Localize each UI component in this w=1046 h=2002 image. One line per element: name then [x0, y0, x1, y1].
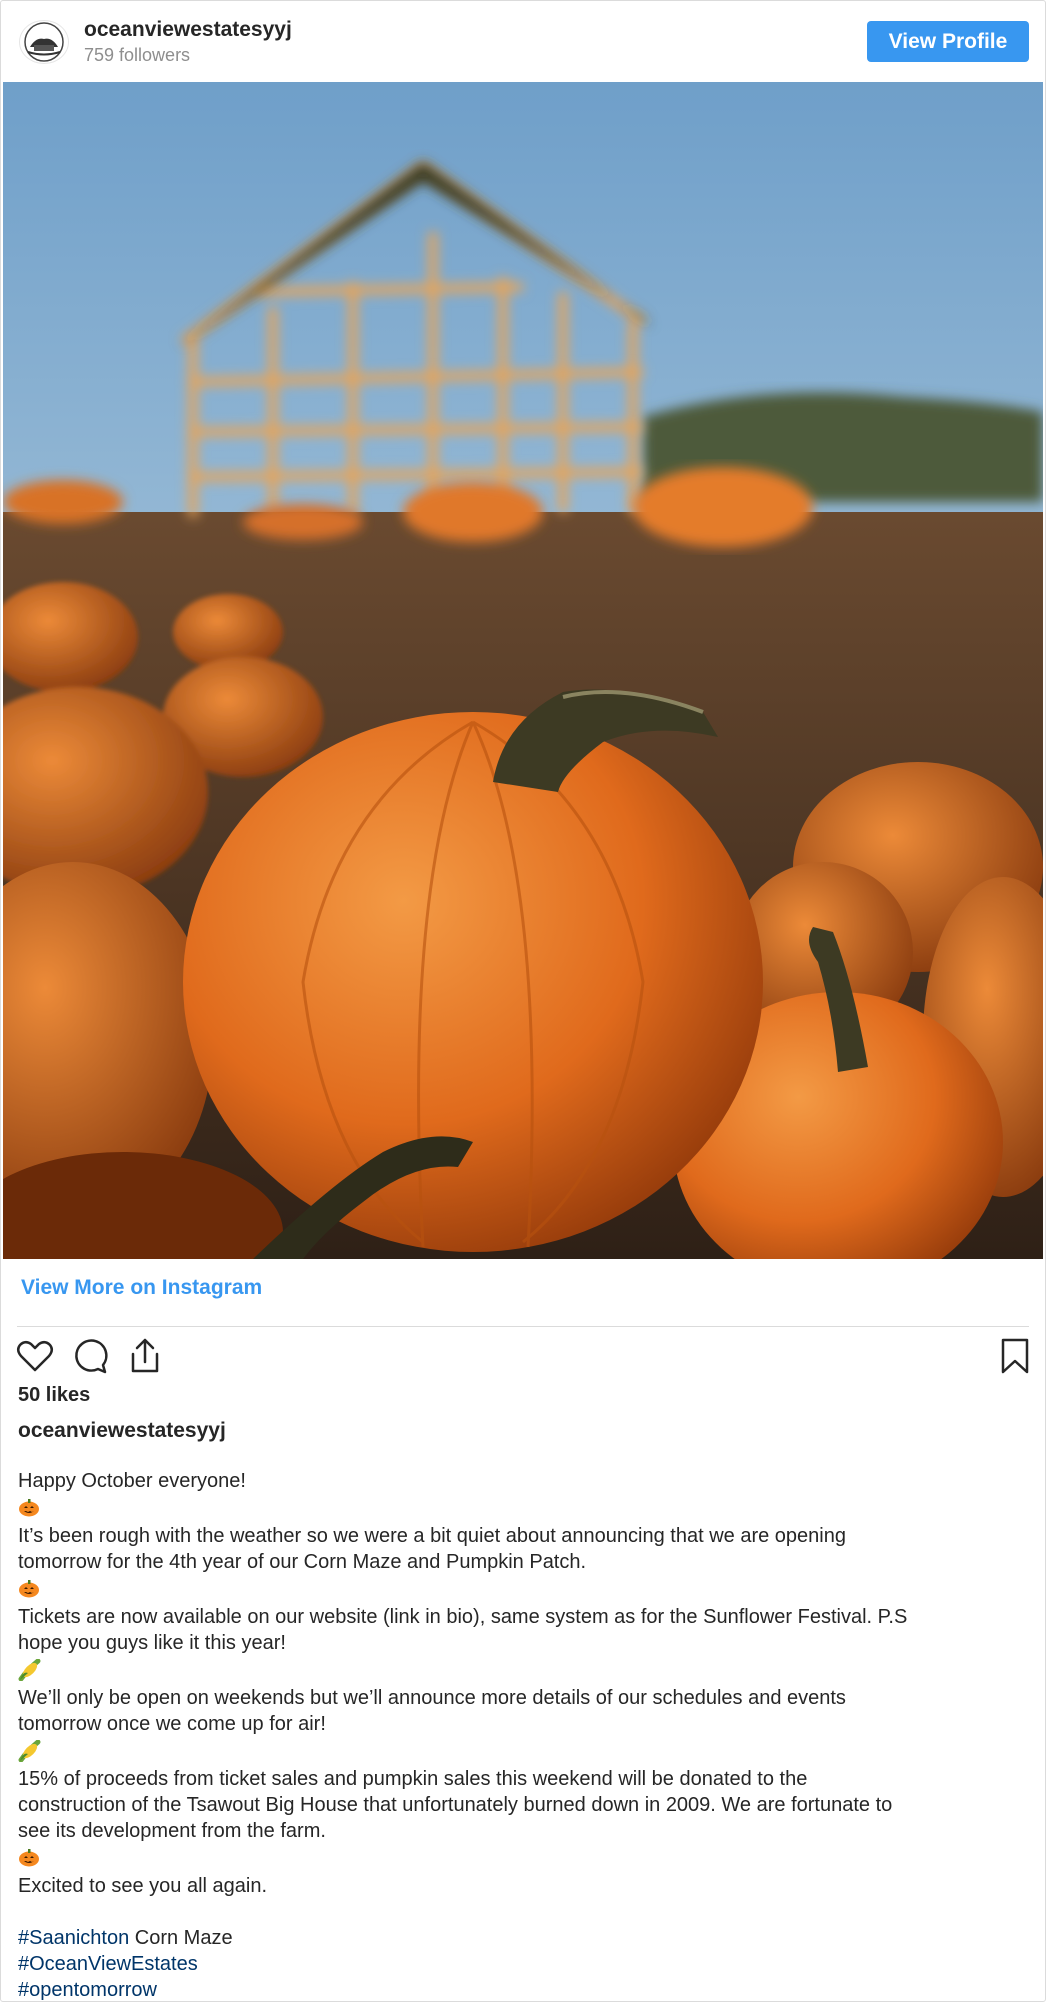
caption-line: see its development from the farm. — [18, 1820, 326, 1842]
caption-line: Happy October everyone! — [18, 1470, 246, 1492]
heart-icon[interactable] — [15, 1336, 55, 1376]
follower-count: 759 followers — [84, 45, 191, 65]
caption-line: tomorrow once we come up for air! — [18, 1713, 326, 1735]
hashtag-link[interactable]: #Saanichton — [18, 1927, 129, 1949]
view-more-on-instagram-link[interactable]: View More on Instagram — [21, 1276, 262, 1300]
corn-emoji — [18, 1659, 1028, 1685]
hashtag-link[interactable]: #opentomorrow — [18, 1979, 157, 2001]
caption-line: We’ll only be open on weekends but we’ll… — [18, 1687, 846, 1709]
action-bar — [15, 1336, 1031, 1382]
hashtag-line: #OceanViewEstates — [18, 1951, 1028, 1977]
caption-line: Excited to see you all again. — [18, 1875, 268, 1897]
caption-line: It’s been rough with the weather so we w… — [18, 1525, 846, 1547]
pumpkin-emoji — [18, 1578, 1028, 1604]
post-header: oceanviewestatesyyj 759 followers View P… — [1, 1, 1045, 81]
divider — [17, 1326, 1029, 1327]
instagram-embed-card: oceanviewestatesyyj 759 followers View P… — [0, 0, 1046, 2002]
hashtag-link[interactable]: #OceanViewEstates — [18, 1953, 198, 1975]
pumpkin-emoji — [18, 1847, 1028, 1873]
like-count[interactable]: 50 likes — [18, 1384, 90, 1407]
caption-line: Tickets are now available on our website… — [18, 1606, 908, 1628]
header-username[interactable]: oceanviewestatesyyj — [84, 18, 292, 42]
post-caption: Happy October everyone! It’s been rough … — [18, 1468, 1028, 2001]
bookmark-icon[interactable] — [995, 1336, 1035, 1376]
caption-line: hope you guys like it this year! — [18, 1632, 286, 1654]
view-profile-button[interactable]: View Profile — [867, 21, 1029, 62]
hashtag-line: #opentomorrow — [18, 1977, 1028, 2001]
caption-username[interactable]: oceanviewestatesyyj — [18, 1419, 226, 1443]
hashtag-line: #Saanichton Corn Maze — [18, 1925, 1028, 1951]
caption-line: tomorrow for the 4th year of our Corn Ma… — [18, 1551, 587, 1573]
post-photo[interactable] — [3, 82, 1043, 1259]
comment-icon[interactable] — [70, 1336, 110, 1376]
corn-emoji — [18, 1740, 1028, 1766]
pumpkin-emoji — [18, 1497, 1028, 1523]
profile-avatar[interactable] — [19, 20, 69, 64]
hashtag-suffix: Corn Maze — [129, 1927, 233, 1949]
share-icon[interactable] — [125, 1336, 165, 1376]
caption-line: construction of the Tsawout Big House th… — [18, 1794, 893, 1816]
caption-line: 15% of proceeds from ticket sales and pu… — [18, 1768, 808, 1790]
